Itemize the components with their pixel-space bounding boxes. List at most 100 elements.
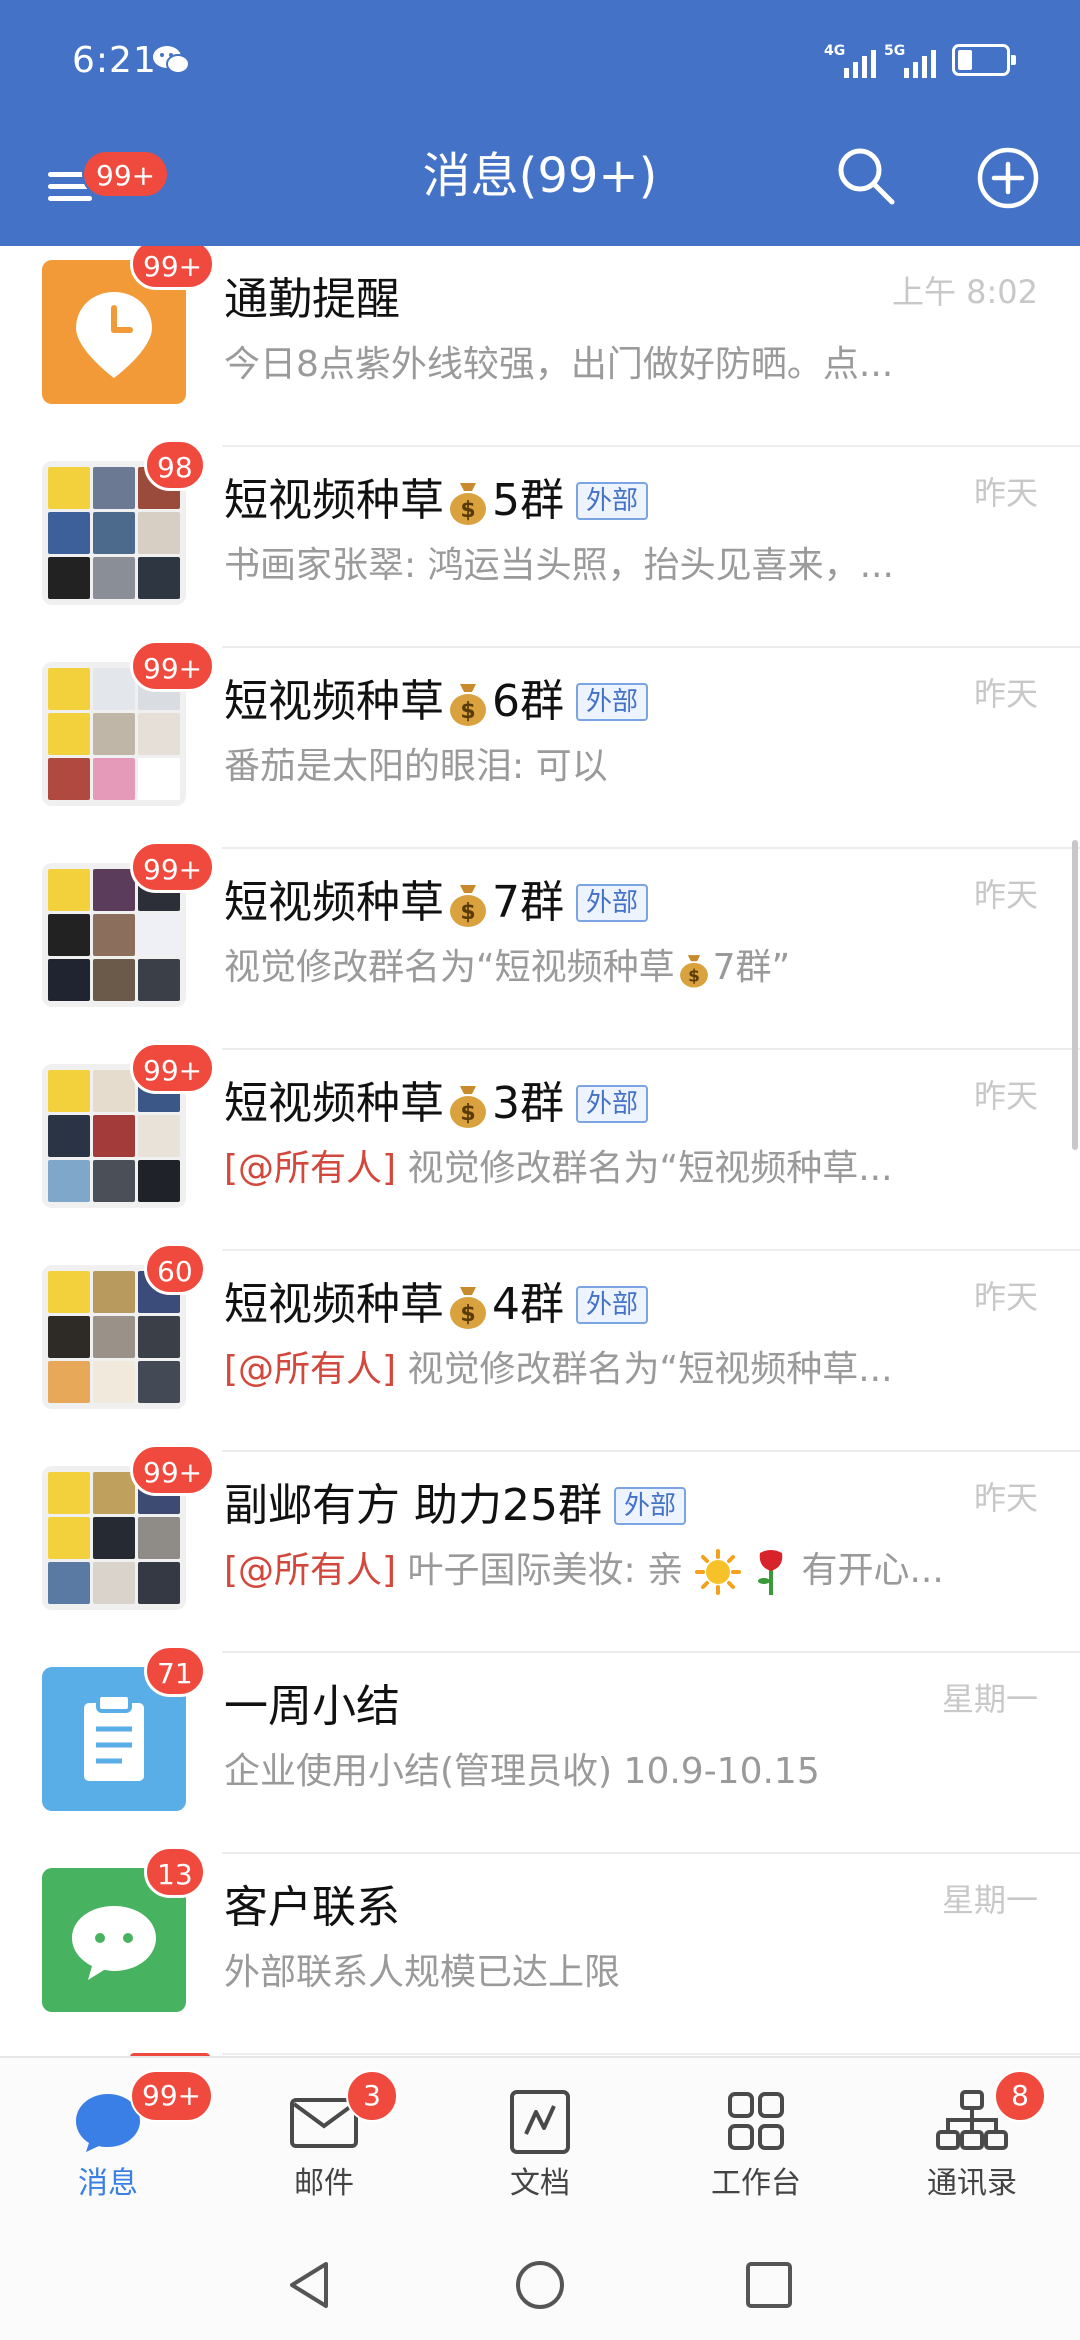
conversation-title: 短视频种草 $ 6群 外部 — [224, 674, 649, 730]
tab-workbench[interactable]: 工作台 — [648, 2058, 864, 2232]
list-item[interactable]: 99+ 通勤提醒 上午 8:02 今日8点紫外线较强，出门做好防晒。点... — [0, 246, 1080, 447]
conversation-title: 短视频种草 $ 5群 外部 — [224, 473, 649, 529]
page-title: 消息(99+) — [422, 148, 658, 204]
tab-contacts[interactable]: 8 通讯录 — [864, 2058, 1080, 2232]
svg-text:$: $ — [460, 1101, 475, 1126]
list-item[interactable]: 98 短视频种草 $ 5群 外部 昨天 书画家张翠: 鸿运当头照，抬头见喜来，.… — [0, 439, 1080, 648]
document-icon — [510, 2090, 570, 2154]
money-bag-icon: $ — [450, 483, 486, 525]
svg-text:$: $ — [460, 498, 475, 523]
external-tag: 外部 — [576, 482, 649, 520]
preview-suffix: 有开心... — [801, 1550, 944, 1591]
list-item[interactable]: 99+ 短视频种草 $ 3群 外部 昨天 [@所有人] 视觉修改群名为“短视频种… — [0, 1042, 1080, 1251]
bottom-tab-bar: 99+ 消息 3 邮件 文档 工作台 8 通讯录 — [0, 2056, 1080, 2230]
conversation-preview: 外部联系人规模已达上限 — [224, 1952, 621, 1993]
conversation-time: 星期一 — [941, 1881, 1038, 1919]
add-circle-icon[interactable] — [976, 146, 1040, 210]
unread-badge: 13 — [144, 1846, 206, 1898]
tab-docs[interactable]: 文档 — [432, 2058, 648, 2232]
conversation-time: 昨天 — [973, 1479, 1038, 1517]
sun-emoji-icon — [694, 1549, 741, 1595]
preview-suffix: 7群” — [712, 947, 791, 988]
svg-text:$: $ — [460, 900, 475, 925]
list-item[interactable]: 99+ 副邺有方 助力25群 外部 昨天 [@所有人] 叶子国际美妆: 亲 有开… — [0, 1444, 1080, 1653]
message-list[interactable]: 99+ 通勤提醒 上午 8:02 今日8点紫外线较强，出门做好防晒。点... 9… — [0, 246, 1080, 2056]
preview-text: 视觉修改群名为“短视频种草... — [396, 1148, 893, 1189]
conversation-preview: 企业使用小结(管理员收) 10.9-10.15 — [224, 1751, 820, 1792]
title-suffix: 3群 — [492, 1078, 564, 1129]
preview-prefix: 视觉修改群名为“短视频种草 — [224, 947, 675, 988]
external-tag: 外部 — [576, 1286, 649, 1324]
list-item[interactable]: 99+ 短视频种草 $ 6群 外部 昨天 番茄是太阳的眼泪: 可以 — [0, 640, 1080, 849]
title-text: 副邺有方 助力25群 — [224, 1480, 602, 1531]
signal-bars-icon — [844, 44, 882, 78]
conversation-title: 短视频种草 $ 4群 外部 — [224, 1277, 649, 1333]
title-suffix: 7群 — [492, 877, 564, 928]
unread-badge: 99+ — [130, 1444, 216, 1496]
battery-icon — [952, 44, 1016, 76]
conversation-preview: [@所有人] 叶子国际美妆: 亲 有开心... — [224, 1546, 944, 1597]
conversation-time: 星期一 — [941, 1680, 1038, 1718]
conversation-title: 副邺有方 助力25群 外部 — [224, 1478, 686, 1534]
title-prefix: 短视频种草 — [224, 676, 444, 727]
tab-messages[interactable]: 99+ 消息 — [0, 2058, 216, 2232]
app-header: 6:21 4G 5G 99+ 消息(99+) — [0, 0, 1080, 246]
title-suffix: 6群 — [492, 676, 564, 727]
tab-badge: 8 — [994, 2070, 1046, 2122]
mention-all-tag: [@所有人] — [224, 1148, 397, 1189]
scrollbar-thumb[interactable] — [1072, 840, 1078, 1150]
conversation-preview: 书画家张翠: 鸿运当头照，抬头见喜来，... — [224, 545, 894, 586]
list-item[interactable]: 71 一周小结 星期一 企业使用小结(管理员收) 10.9-10.15 — [0, 1645, 1080, 1854]
system-navigation-bar — [0, 2230, 1080, 2340]
money-bag-icon: $ — [679, 955, 708, 988]
title-prefix: 短视频种草 — [224, 1279, 444, 1330]
wecom-messages-screen: 6:21 4G 5G 99+ 消息(99+) 99+ 通勤提醒 上午 8:02 … — [0, 0, 1080, 2340]
signal-4g: 4G — [824, 40, 888, 80]
list-item[interactable]: 99+ 短视频种草 $ 7群 外部 昨天 视觉修改群名为“短视频种草 $7群” — [0, 841, 1080, 1050]
external-tag: 外部 — [576, 1085, 649, 1123]
conversation-preview: 番茄是太阳的眼泪: 可以 — [224, 746, 608, 787]
conversation-title: 通勤提醒 — [224, 274, 400, 325]
status-time: 6:21 — [72, 40, 157, 81]
search-icon[interactable] — [834, 144, 898, 208]
tab-label: 工作台 — [711, 2166, 801, 2201]
network-type-label: 4G — [824, 43, 846, 59]
conversation-title: 短视频种草 $ 7群 外部 — [224, 875, 649, 931]
conversation-preview: [@所有人] 视觉修改群名为“短视频种草... — [224, 1144, 944, 1194]
title-suffix: 4群 — [492, 1279, 564, 1330]
conversation-title: 客户联系 — [224, 1882, 400, 1933]
unread-badge: 98 — [144, 439, 206, 491]
mention-all-tag: [@所有人] — [224, 1550, 397, 1591]
money-bag-icon: $ — [450, 684, 486, 726]
unread-badge: 60 — [144, 1243, 206, 1295]
unread-badge: 99+ — [130, 1042, 216, 1094]
grid-icon — [728, 2092, 784, 2150]
tab-label: 通讯录 — [927, 2166, 1017, 2201]
preview-prefix: 叶子国际美妆: 亲 — [396, 1550, 684, 1591]
signal-bars-icon — [904, 44, 942, 78]
title-prefix: 短视频种草 — [224, 1078, 444, 1129]
conversation-preview: [@所有人] 视觉修改群名为“短视频种草... — [224, 1345, 944, 1395]
tab-mail[interactable]: 3 邮件 — [216, 2058, 432, 2232]
back-icon[interactable] — [282, 2258, 336, 2312]
wechat-notification-icon — [153, 46, 190, 74]
conversation-preview: 今日8点紫外线较强，出门做好防晒。点... — [224, 344, 894, 385]
home-icon[interactable] — [513, 2258, 567, 2312]
tab-badge: 3 — [346, 2070, 398, 2122]
list-item[interactable]: 13 客户联系 星期一 外部联系人规模已达上限 — [0, 1846, 1080, 2055]
conversation-time: 昨天 — [973, 474, 1038, 512]
money-bag-icon: $ — [450, 1287, 486, 1329]
external-tag: 外部 — [613, 1487, 686, 1525]
tab-label: 文档 — [510, 2166, 570, 2201]
list-item[interactable]: 60 短视频种草 $ 4群 外部 昨天 [@所有人] 视觉修改群名为“短视频种草… — [0, 1243, 1080, 1452]
svg-text:$: $ — [460, 699, 475, 724]
preview-text: 视觉修改群名为“短视频种草... — [396, 1349, 893, 1390]
svg-text:$: $ — [460, 1302, 475, 1327]
unread-badge: 99+ — [130, 640, 216, 692]
title-prefix: 短视频种草 — [224, 475, 444, 526]
recents-icon[interactable] — [742, 2258, 796, 2312]
rose-emoji-icon — [758, 1550, 783, 1595]
conversation-time: 上午 8:02 — [891, 273, 1038, 311]
external-tag: 外部 — [576, 884, 649, 922]
conversation-title: 短视频种草 $ 3群 外部 — [224, 1076, 649, 1132]
